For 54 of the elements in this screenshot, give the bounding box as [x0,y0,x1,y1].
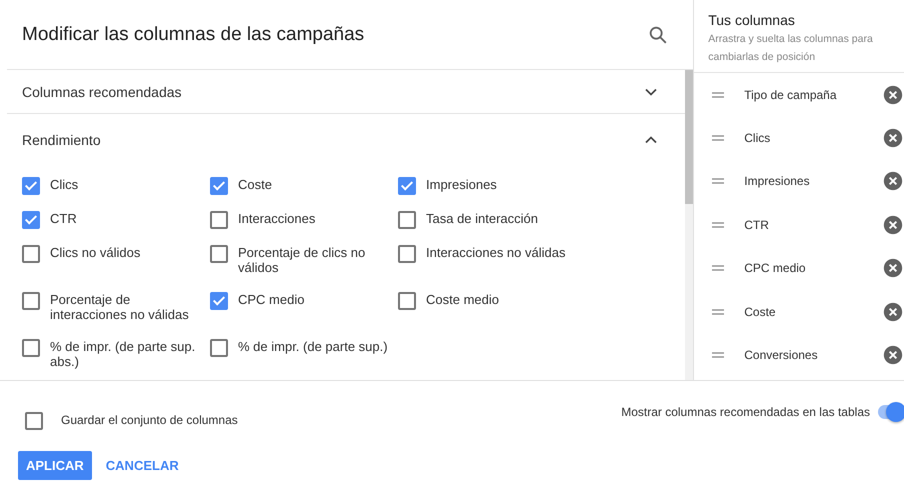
checkbox[interactable] [398,292,416,310]
checkbox[interactable] [22,339,40,357]
column-name: Coste [744,304,777,319]
checkbox[interactable] [25,412,43,430]
remove-icon[interactable] [883,302,903,322]
column-name: Clics [744,131,772,146]
checkbox[interactable] [210,211,228,229]
panel-hint: Arrastra y suelta las columnas para cambiarlas de posición [708,32,874,65]
toggle-switch[interactable] [878,405,904,419]
checkbox[interactable] [210,177,228,195]
toggle-label: Mostrar columnas recomendadas en las tablas [621,405,870,419]
option-label: % de impr. (de parte sup.) [238,338,388,354]
option-label: CPC medio [238,291,304,307]
scrollbar-thumb[interactable] [685,70,694,204]
checkbox[interactable] [22,177,40,195]
option-label: % de impr. (de parte sup. abs.) [50,338,196,369]
column-name: Impresiones [744,174,811,188]
cancel-button[interactable]: CANCELAR [98,451,187,480]
column-name: CTR [744,218,770,232]
option-label: Coste medio [426,291,499,307]
option-label: Impresiones [426,176,497,192]
checkbox[interactable] [210,292,228,310]
option-label: Clics no válidos [50,244,140,260]
remove-icon[interactable] [883,84,903,105]
option-label: CTR [50,210,77,226]
remove-icon[interactable] [883,258,903,278]
checkbox-label: Guardar el conjunto de columnas [61,413,238,427]
remove-icon[interactable] [883,171,903,192]
option-label: Clics [50,176,78,192]
column-name: Tipo de campaña [744,88,838,102]
checkbox[interactable] [210,245,228,263]
remove-icon[interactable] [883,128,903,148]
remove-icon[interactable] [883,214,903,235]
column-name: Conversiones [744,348,819,362]
column-name: CPC medio [744,261,807,276]
checkbox[interactable] [210,339,228,357]
checkbox[interactable] [22,211,40,229]
option-label: Porcentaje de clics no válidos [238,244,366,275]
checkbox[interactable] [22,292,40,310]
option-label: Interacciones [238,210,316,226]
option-label: Interacciones no válidas [426,244,566,260]
apply-button[interactable]: APLICAR [18,451,92,480]
panel-title: Tus columnas [708,12,796,28]
option-label: Porcentaje de interacciones no válidas [50,291,190,322]
section-header[interactable]: Columnas recomendadas [7,70,686,114]
dialog-title: Modificar las columnas de las campañas [22,24,364,46]
checkbox[interactable] [398,211,416,229]
option-label: Tasa de interacción [426,210,538,226]
section-header[interactable]: Rendimiento [7,114,686,166]
checkbox[interactable] [22,245,40,263]
checkbox[interactable] [398,177,416,195]
remove-icon[interactable] [883,345,903,366]
option-label: Coste [238,176,272,192]
checkbox[interactable] [398,245,416,263]
